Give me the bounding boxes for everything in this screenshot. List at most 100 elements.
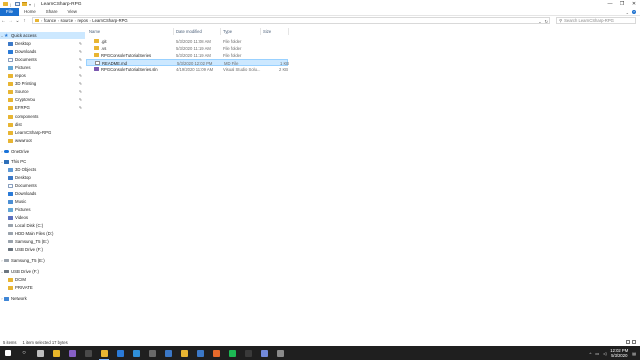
sidebar-item-label: Documents: [15, 183, 37, 188]
help-icon[interactable]: ?: [632, 10, 636, 14]
taskbar-app-store[interactable]: [160, 346, 176, 360]
sidebar-item-private[interactable]: PRIVATE: [0, 284, 85, 291]
taskbar-app-settings[interactable]: [272, 346, 288, 360]
sidebar-item-wwwroot[interactable]: wwwroot: [0, 137, 85, 144]
column-header-type[interactable]: Type: [223, 29, 232, 35]
column-separator[interactable]: [220, 28, 221, 35]
file-row-sln[interactable]: RPGConsoleTutorialSeries.sln 4/19/2020 1…: [86, 66, 288, 73]
sidebar-item-dcim[interactable]: DCIM: [0, 276, 85, 283]
sidebar-item-usb-f-pc[interactable]: USB Drive (F:): [0, 246, 85, 253]
close-button[interactable]: ✕: [628, 0, 640, 8]
expand-ribbon-icon[interactable]: ⌄: [626, 10, 629, 15]
chevron-down-icon[interactable]: ⌄: [538, 19, 541, 24]
window-title: LearnCSharp-RPG: [41, 1, 82, 7]
tab-file[interactable]: File: [0, 7, 20, 16]
forward-button[interactable]: →: [7, 17, 14, 25]
sidebar-item-label: components: [15, 114, 39, 119]
notifications-icon[interactable]: ▤: [632, 351, 636, 356]
taskbar-app-notes[interactable]: [176, 346, 192, 360]
start-button[interactable]: [0, 346, 16, 360]
sidebar-item-network[interactable]: › Network: [0, 295, 85, 302]
network-tray-icon[interactable]: ▭: [595, 351, 599, 356]
minimize-button[interactable]: —: [604, 0, 616, 8]
sidebar-item-this-pc[interactable]: ⌄ This PC: [0, 158, 85, 165]
properties-icon[interactable]: [15, 2, 20, 6]
taskbar-app-discord[interactable]: [256, 346, 272, 360]
file-row-vs[interactable]: .vs 5/3/2020 11:19 AM File folder: [86, 45, 288, 52]
back-button[interactable]: ←: [0, 17, 7, 25]
taskbar-app-task-view[interactable]: [32, 346, 48, 360]
taskbar-app-mail[interactable]: [112, 346, 128, 360]
column-separator[interactable]: [173, 28, 174, 35]
sidebar-item-samsung-e[interactable]: › Samsung_T5 (E:): [0, 257, 85, 264]
tray-overflow-icon[interactable]: ^: [590, 351, 592, 356]
column-header-date-modified[interactable]: Date modified: [176, 29, 202, 35]
taskbar-app-firefox[interactable]: [208, 346, 224, 360]
sidebar-item-samsung-e-pc[interactable]: Samsung_T5 (E:): [0, 238, 85, 245]
sidebar-item-hdd-d[interactable]: HDD Main Files (D:): [0, 230, 85, 237]
column-separator[interactable]: [260, 28, 261, 35]
file-row-readme[interactable]: README.md 5/3/2020 12:02 PM MD File 1 KB: [86, 59, 289, 66]
sidebar-item-local-disk-c[interactable]: Local Disk (C:): [0, 222, 85, 229]
sidebar-item-label: Music: [15, 199, 27, 204]
sidebar-item-onedrive[interactable]: › OneDrive: [0, 148, 85, 155]
sidebar-item-quick-access[interactable]: ⌄ ★ Quick access: [0, 32, 85, 39]
sidebar-item-efrpg[interactable]: EFRPG ✎: [0, 104, 85, 111]
sidebar-item-videos[interactable]: Videos: [0, 214, 85, 221]
new-folder-icon[interactable]: [22, 2, 27, 6]
customize-dropdown-icon[interactable]: ▾: [29, 2, 32, 6]
sidebar-item-pc-downloads[interactable]: Downloads: [0, 190, 85, 197]
search-input[interactable]: ⚲ Search LearnCSharp-RPG: [556, 17, 636, 24]
sidebar-item-learncsharp-rpg[interactable]: LearnCSharp-RPG: [0, 129, 85, 136]
sidebar-item-downloads[interactable]: Downloads ✎: [0, 48, 85, 55]
details-view-icon[interactable]: [626, 340, 630, 344]
sidebar-item-cryptovou[interactable]: CryptoVou ✎: [0, 96, 85, 103]
address-bar[interactable]: › fcance › source › repos › LearnCSharp-…: [32, 17, 550, 24]
refresh-icon[interactable]: ↻: [545, 19, 548, 24]
taskbar-app-edge[interactable]: [128, 346, 144, 360]
taskbar-app-file-explorer[interactable]: [96, 346, 112, 360]
volume-icon[interactable]: ◁: [603, 351, 606, 356]
tab-share[interactable]: Share: [41, 8, 63, 16]
breadcrumb-source[interactable]: source: [61, 18, 74, 23]
clock[interactable]: 12:02 PM 5/3/2020: [610, 348, 628, 358]
notes-icon: [180, 349, 188, 357]
taskbar-app-spotify[interactable]: [224, 346, 240, 360]
taskbar-app-visual-studio[interactable]: [64, 346, 80, 360]
tab-home[interactable]: Home: [19, 8, 41, 16]
up-button[interactable]: ↑: [21, 17, 28, 25]
sidebar-item-usb-f[interactable]: ⌄ USB Drive (F:): [0, 268, 85, 275]
tab-view[interactable]: View: [63, 8, 82, 16]
taskbar-app-calculator[interactable]: [144, 346, 160, 360]
sidebar-item-music[interactable]: Music: [0, 198, 85, 205]
sidebar-item-source[interactable]: Source ✎: [0, 88, 85, 95]
sidebar-item-pc-desktop[interactable]: Desktop: [0, 174, 85, 181]
sidebar-item-dist[interactable]: dist: [0, 121, 85, 128]
recent-locations-button[interactable]: ⌄: [14, 17, 21, 25]
sidebar-item-documents[interactable]: Documents ✎: [0, 56, 85, 63]
sidebar-item-components[interactable]: components: [0, 113, 85, 120]
large-icons-view-icon[interactable]: [632, 340, 636, 344]
column-header-name[interactable]: Name: [89, 29, 100, 35]
taskbar-app-terminal[interactable]: [80, 346, 96, 360]
sidebar-item-pictures[interactable]: Pictures ✎: [0, 64, 85, 71]
taskbar-app-photos[interactable]: [192, 346, 208, 360]
taskbar-app-chrome[interactable]: [48, 346, 64, 360]
file-row-git[interactable]: .git 5/3/2020 11:08 AM File folder: [86, 38, 288, 45]
sidebar-item-label: Videos: [15, 215, 29, 220]
breadcrumb-current[interactable]: LearnCSharp-RPG: [92, 18, 127, 23]
column-header-size[interactable]: Size: [263, 29, 271, 35]
sidebar-item-repos[interactable]: repos ✎: [0, 72, 85, 79]
breadcrumb-repos[interactable]: repos: [77, 18, 87, 23]
sidebar-item-3d-printing[interactable]: 3D Printing ✎: [0, 80, 85, 87]
taskbar-search-button[interactable]: ○: [16, 346, 32, 360]
maximize-button[interactable]: ❐: [616, 0, 628, 8]
sidebar-item-desktop[interactable]: Desktop ✎: [0, 40, 85, 47]
sidebar-item-3d-objects[interactable]: 3D Objects: [0, 166, 85, 173]
column-separator[interactable]: [288, 28, 289, 35]
breadcrumb-user[interactable]: fcance: [44, 18, 56, 23]
sidebar-item-pc-documents[interactable]: Documents: [0, 182, 85, 189]
sidebar-item-pc-pictures[interactable]: Pictures: [0, 206, 85, 213]
file-row-rpgconsoletutorialseries[interactable]: RPGConsoleTutorialSeries 5/3/2020 11:19 …: [86, 52, 288, 59]
taskbar-app-obs[interactable]: [240, 346, 256, 360]
